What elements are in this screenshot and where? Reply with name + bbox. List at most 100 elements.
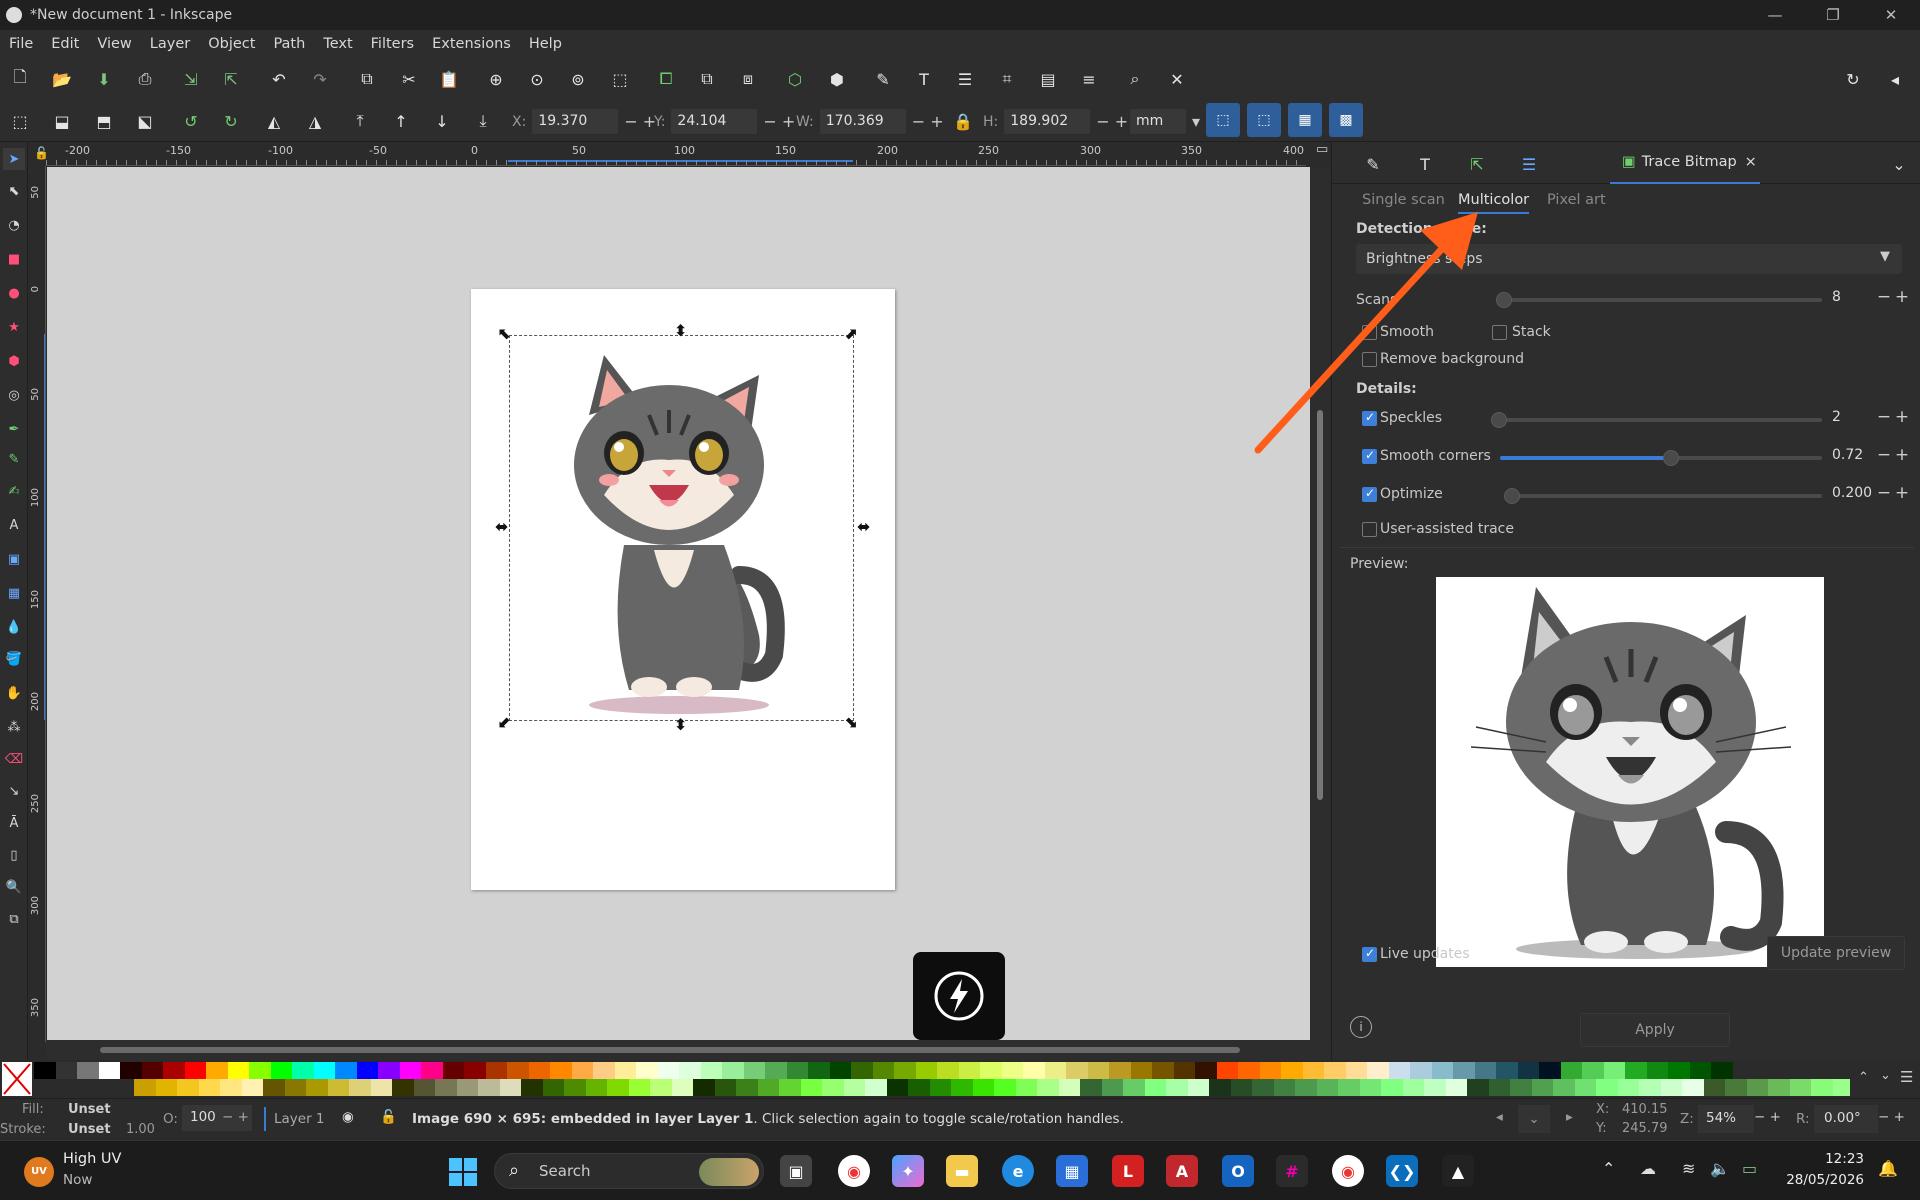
palette-swatch[interactable] bbox=[1109, 1062, 1131, 1079]
palette-swatch[interactable] bbox=[413, 1079, 435, 1096]
scale-stroke-button[interactable]: ⬚ bbox=[1206, 103, 1240, 137]
zoom-stepper[interactable]: − + bbox=[1754, 1109, 1781, 1125]
palette-swatch[interactable] bbox=[1087, 1062, 1109, 1079]
scale-handle-sw-icon[interactable]: ⬋ bbox=[498, 712, 511, 731]
fill-stroke-icon[interactable]: ✎ bbox=[870, 66, 896, 92]
optimize-stepper[interactable]: 0.200− + bbox=[1832, 480, 1910, 506]
palette-swatch[interactable] bbox=[1066, 1062, 1088, 1079]
palette-swatch[interactable] bbox=[1832, 1079, 1850, 1096]
transform-patterns-button[interactable]: ▩ bbox=[1329, 103, 1363, 137]
palette-swatch[interactable] bbox=[227, 1062, 249, 1079]
select-same-icon[interactable]: ⬕ bbox=[132, 108, 158, 134]
palette-swatch[interactable] bbox=[808, 1062, 830, 1079]
palette-swatch[interactable] bbox=[1768, 1079, 1790, 1096]
palette-swatch[interactable] bbox=[34, 1062, 56, 1079]
copy-icon[interactable]: ⧉ bbox=[354, 66, 380, 92]
palette-swatch[interactable] bbox=[886, 1079, 908, 1096]
menu-help[interactable]: Help bbox=[520, 36, 571, 52]
zoom-width-icon[interactable]: ⬚ bbox=[607, 66, 633, 92]
menu-view[interactable]: View bbox=[88, 36, 140, 52]
palette-swatch[interactable] bbox=[177, 1079, 199, 1096]
menu-filters[interactable]: Filters bbox=[362, 36, 423, 52]
text-font-tab-icon[interactable]: T bbox=[1412, 151, 1438, 177]
palette-swatch[interactable] bbox=[1682, 1079, 1704, 1096]
palette-swatch[interactable] bbox=[1431, 1062, 1453, 1079]
menu-layer[interactable]: Layer bbox=[141, 36, 199, 52]
zoom-drawing-icon[interactable]: ⊙ bbox=[524, 66, 550, 92]
onedrive-icon[interactable]: ☁ bbox=[1640, 1159, 1656, 1178]
y-input[interactable]: 24.104 bbox=[671, 109, 758, 134]
palette-swatch[interactable] bbox=[1080, 1079, 1102, 1096]
palette-swatch[interactable] bbox=[1381, 1079, 1403, 1096]
zoom-tool-icon[interactable]: 🔍 bbox=[3, 876, 25, 898]
lock-ratio-icon[interactable]: 🔒 bbox=[950, 108, 976, 134]
palette-swatch[interactable] bbox=[1209, 1079, 1231, 1096]
raise-icon[interactable]: ↑ bbox=[388, 108, 414, 134]
palette-swatch[interactable] bbox=[284, 1079, 306, 1096]
connector-tool-icon[interactable]: ↘ bbox=[3, 780, 25, 802]
menu-text[interactable]: Text bbox=[314, 36, 361, 52]
palette-swatch[interactable] bbox=[1639, 1079, 1661, 1096]
raise-to-top-icon[interactable]: ⤒ bbox=[347, 108, 373, 134]
palette-swatch[interactable] bbox=[822, 1079, 844, 1096]
selector-tool-icon[interactable]: ➤ bbox=[3, 148, 25, 170]
redo-icon[interactable]: ↷ bbox=[307, 66, 333, 92]
no-paint-swatch[interactable] bbox=[2, 1062, 32, 1096]
palette-swatch[interactable] bbox=[1531, 1079, 1553, 1096]
display-mode-icon[interactable]: ▭ bbox=[1316, 142, 1328, 157]
palette-swatch[interactable] bbox=[1044, 1062, 1066, 1079]
palette-swatch[interactable] bbox=[1603, 1062, 1625, 1079]
clone-icon[interactable]: ⧉ bbox=[694, 66, 720, 92]
palette-swatch[interactable] bbox=[349, 1079, 371, 1096]
export-tab-icon[interactable]: ⇱ bbox=[1464, 151, 1490, 177]
layer-lock-icon[interactable]: 🔓 bbox=[380, 1109, 397, 1125]
update-preview-button[interactable]: Update preview bbox=[1767, 936, 1905, 970]
palette-swatch[interactable] bbox=[1582, 1062, 1604, 1079]
palette-swatch[interactable] bbox=[1230, 1079, 1252, 1096]
palette-swatch[interactable] bbox=[1388, 1062, 1410, 1079]
align-distribute-icon[interactable]: ≡ bbox=[1076, 66, 1102, 92]
palette-swatch[interactable] bbox=[521, 1079, 543, 1096]
palette-swatches[interactable] bbox=[34, 1062, 1850, 1096]
unlink-clone-icon[interactable]: ⧈ bbox=[735, 66, 761, 92]
palette-swatch[interactable] bbox=[650, 1079, 672, 1096]
scale-handle-s-icon[interactable]: ⬍ bbox=[674, 715, 687, 734]
tray-overflow-icon[interactable]: ⌃ bbox=[1602, 1159, 1615, 1178]
file-explorer-icon[interactable]: ▬ bbox=[946, 1155, 978, 1187]
scale-handle-nw-icon[interactable]: ⬉ bbox=[498, 324, 511, 343]
rotate-cw-icon[interactable]: ↻ bbox=[218, 108, 244, 134]
palette-swatch[interactable] bbox=[915, 1062, 937, 1079]
wifi-icon[interactable]: ≋ bbox=[1682, 1159, 1695, 1178]
palette-swatch[interactable] bbox=[951, 1079, 973, 1096]
palette-swatch[interactable] bbox=[865, 1079, 887, 1096]
palette-swatch[interactable] bbox=[198, 1079, 220, 1096]
smooth-corners-slider[interactable] bbox=[1500, 450, 1822, 466]
palette-swatch[interactable] bbox=[120, 1062, 142, 1079]
palette-swatch[interactable] bbox=[550, 1062, 572, 1079]
menu-object[interactable]: Object bbox=[199, 36, 264, 52]
palette-swatch[interactable] bbox=[507, 1062, 529, 1079]
palette-swatch[interactable] bbox=[980, 1062, 1002, 1079]
palette-swatch[interactable] bbox=[1187, 1079, 1209, 1096]
scale-handle-e-icon[interactable]: ⬌ bbox=[857, 517, 870, 536]
palette-swatch[interactable] bbox=[1037, 1079, 1059, 1096]
palette-swatch[interactable] bbox=[1359, 1079, 1381, 1096]
palette-swatch[interactable] bbox=[542, 1079, 564, 1096]
palette-swatch[interactable] bbox=[1574, 1079, 1596, 1096]
palette-swatch[interactable] bbox=[442, 1062, 464, 1079]
lock-guides-icon[interactable]: 🔓 bbox=[34, 146, 49, 160]
palette-swatch[interactable] bbox=[306, 1079, 328, 1096]
menu-path[interactable]: Path bbox=[264, 36, 314, 52]
scale-handle-n-icon[interactable]: ⬍ bbox=[674, 321, 687, 340]
taskbar-search-box[interactable]: ⌕ Search bbox=[494, 1153, 764, 1189]
palette-swatch[interactable] bbox=[141, 1062, 163, 1079]
palette-swatch[interactable] bbox=[1295, 1079, 1317, 1096]
palette-swatch[interactable] bbox=[1367, 1062, 1389, 1079]
palette-swatch[interactable] bbox=[1625, 1062, 1647, 1079]
lower-icon[interactable]: ↓ bbox=[429, 108, 455, 134]
palette-swatch[interactable] bbox=[241, 1079, 263, 1096]
palette-swatch[interactable] bbox=[1238, 1062, 1260, 1079]
outlook-icon[interactable]: O bbox=[1222, 1155, 1254, 1187]
text-font-icon[interactable]: T bbox=[911, 66, 937, 92]
lpe-tool-icon[interactable]: Ā bbox=[3, 812, 25, 834]
